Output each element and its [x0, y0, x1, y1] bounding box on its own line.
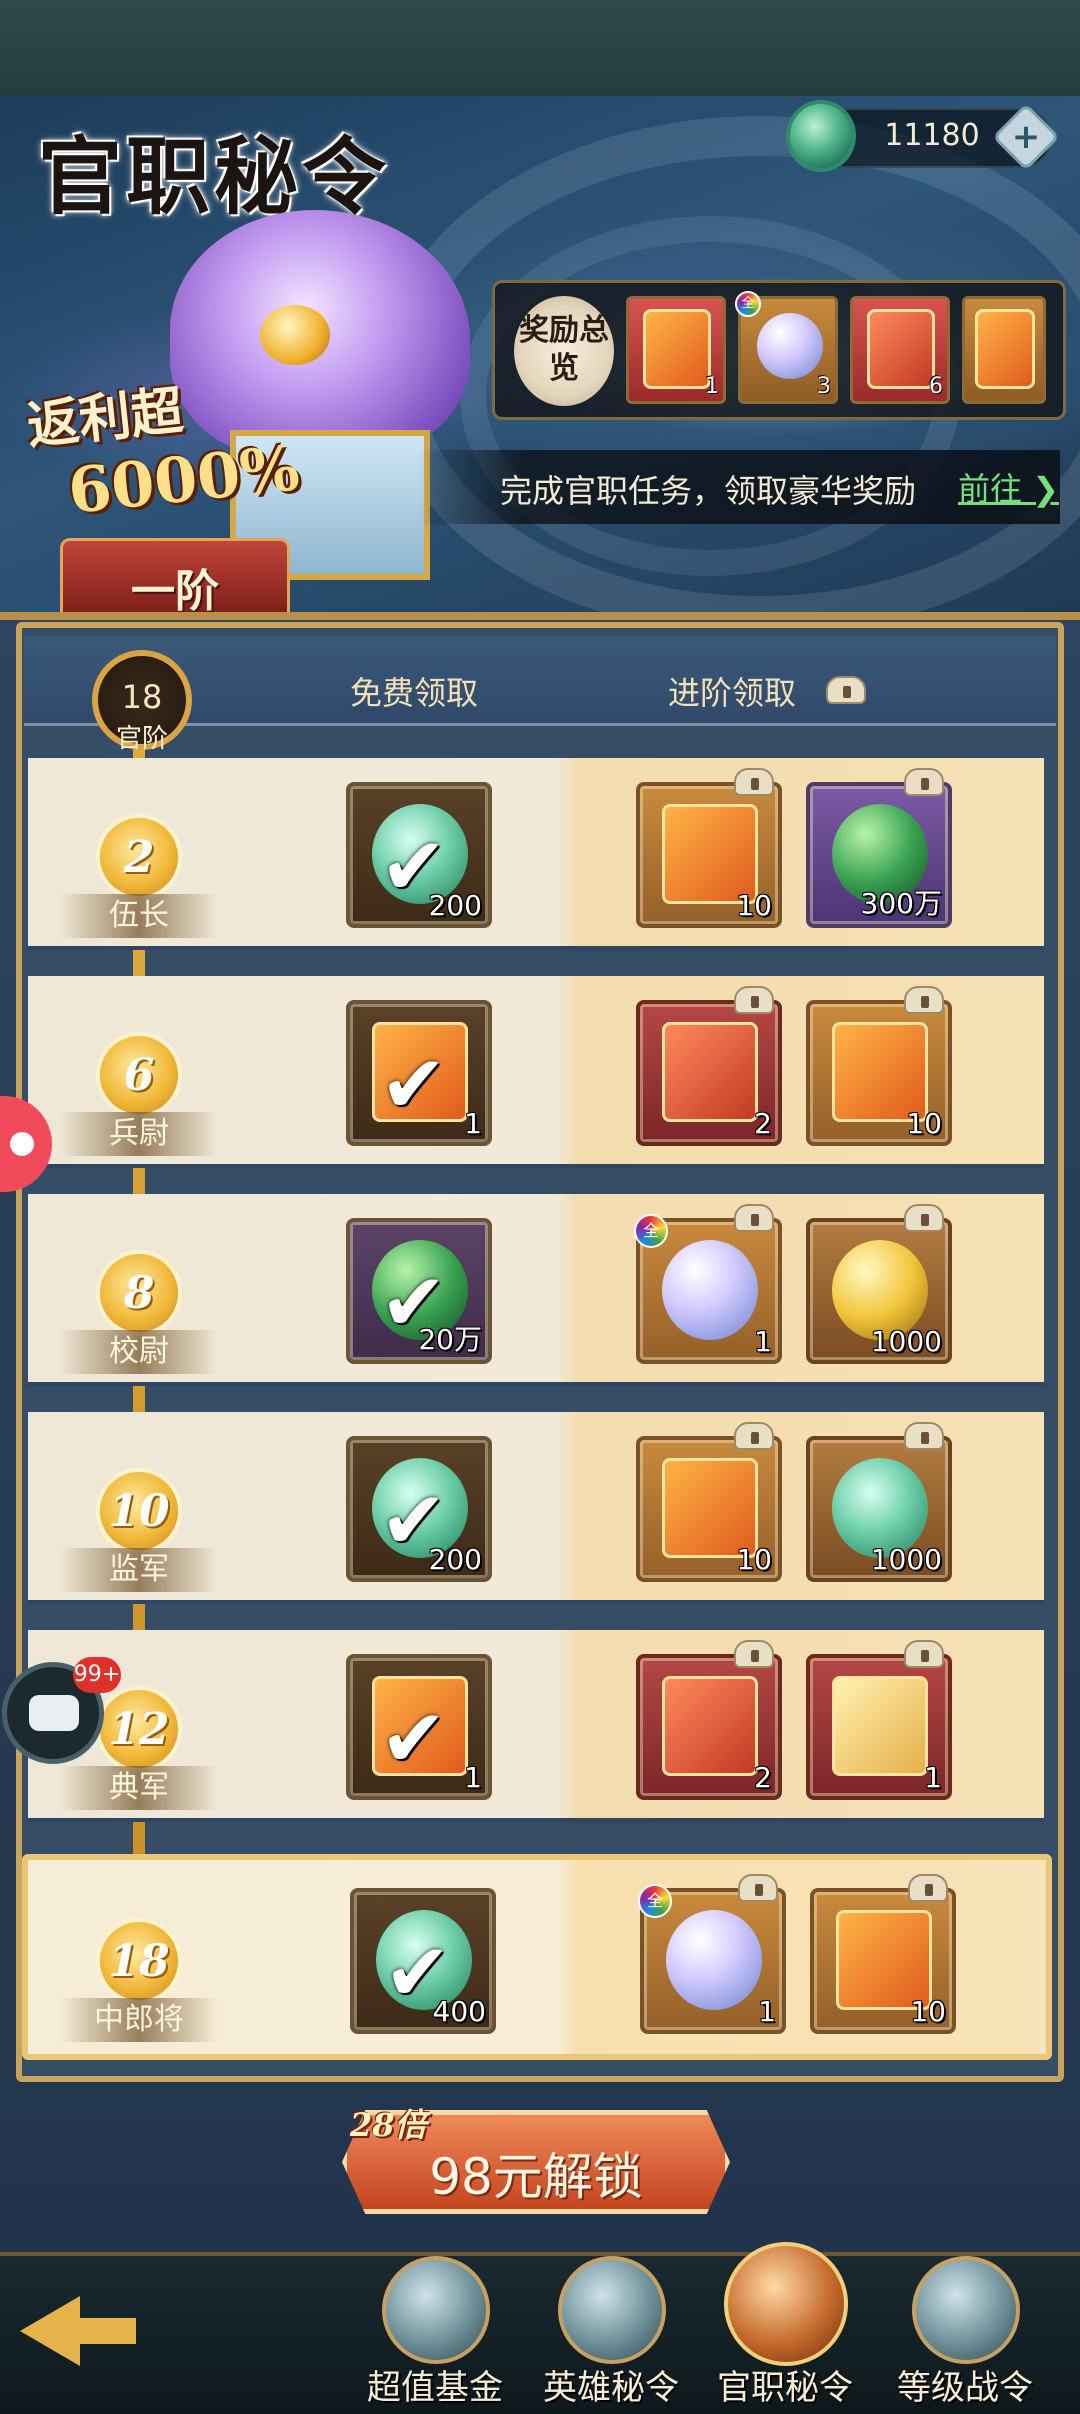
reward-overview-label[interactable]: 奖励总览: [514, 296, 614, 406]
rebate-text: 返利超 6000%: [24, 379, 303, 528]
lock-icon: [904, 1204, 944, 1232]
lock-icon: [734, 986, 774, 1014]
advanced-reward-item[interactable]: 10: [636, 1422, 782, 1582]
unread-badge: 99+: [73, 1657, 121, 1693]
level-circle: 10: [96, 1468, 182, 1554]
advanced-reward-item[interactable]: 2: [636, 986, 782, 1146]
check-icon: ✔: [380, 1692, 448, 1785]
advanced-reward-item[interactable]: 全 1: [638, 1874, 786, 2034]
advanced-reward-item[interactable]: 1: [806, 1640, 952, 1800]
advanced-reward-item[interactable]: 1000: [806, 1204, 952, 1364]
nav-level-pass[interactable]: 等级战令: [880, 2256, 1050, 2408]
lock-icon: [904, 986, 944, 1014]
plus-icon: +: [1011, 117, 1041, 157]
chat-icon: [29, 1695, 79, 1731]
free-reward-item[interactable]: ✔ 400: [350, 1888, 496, 2034]
free-reward-item[interactable]: ✔ 20万: [346, 1218, 492, 1364]
lock-icon: [826, 676, 866, 704]
jade-currency-icon: [786, 100, 856, 172]
lock-icon: [734, 768, 774, 796]
free-reward-item[interactable]: ✔ 1: [346, 1654, 492, 1800]
level-circle: 18: [96, 1918, 182, 2004]
reward-red-card-item[interactable]: 6: [850, 296, 950, 404]
level-name: 校尉: [60, 1330, 218, 1374]
multiplier-badge: 28倍: [350, 2106, 427, 2144]
advanced-reward-item[interactable]: 10: [806, 986, 952, 1146]
reward-orb-item[interactable]: 全 3: [735, 291, 838, 404]
check-icon: ✔: [380, 1038, 448, 1131]
lock-icon: [904, 1640, 944, 1668]
back-arrow-icon[interactable]: [20, 2296, 140, 2366]
level-name: 伍长: [60, 894, 218, 938]
advanced-reward-item[interactable]: 300万: [806, 768, 952, 928]
lock-icon: [908, 1874, 948, 1902]
jade-value: 11180: [884, 118, 980, 153]
level-circle: 2: [96, 814, 182, 900]
status-bar: [0, 0, 1080, 96]
advanced-reward-item[interactable]: 全 1: [634, 1204, 782, 1364]
level-name: 典军: [60, 1766, 218, 1810]
official-pass-icon: [724, 2242, 848, 2366]
hero-pass-icon: [558, 2256, 666, 2364]
free-reward-item[interactable]: ✔ 1: [346, 1000, 492, 1146]
advanced-reward-item[interactable]: 10: [636, 768, 782, 928]
free-reward-item[interactable]: ✔ 200: [346, 1436, 492, 1582]
lock-icon: [904, 1422, 944, 1450]
level-circle: 8: [96, 1250, 182, 1336]
lock-icon: [734, 1640, 774, 1668]
level-circle: 6: [96, 1032, 182, 1118]
lock-icon: [734, 1422, 774, 1450]
task-description: 完成官职任务，领取豪华奖励: [500, 472, 917, 510]
nav-fund[interactable]: 超值基金: [350, 2256, 520, 2408]
reward-card-item[interactable]: 1: [626, 296, 726, 404]
level-name: 监军: [60, 1548, 218, 1592]
level-pass-icon: [912, 2256, 1020, 2364]
level-name: 中郎将: [60, 1998, 218, 2042]
go-link[interactable]: 前往 ❯: [958, 464, 1059, 510]
chat-button[interactable]: 99+: [2, 1657, 121, 1764]
advanced-reward-item[interactable]: 2: [636, 1640, 782, 1800]
level-name: 兵尉: [60, 1112, 218, 1156]
advanced-reward-item[interactable]: 1000: [806, 1422, 952, 1582]
free-column-header: 免费领取: [350, 674, 479, 712]
lock-icon: [904, 768, 944, 796]
advanced-reward-item[interactable]: 10: [810, 1874, 956, 2034]
lock-icon: [738, 1874, 778, 1902]
reward-card-item-partial[interactable]: [962, 296, 1046, 404]
advanced-column-header: 进阶领取: [668, 674, 797, 712]
nav-official-pass[interactable]: 官职秘令: [700, 2242, 870, 2408]
free-reward-item[interactable]: ✔ 200: [346, 782, 492, 928]
level-circle: 12: [96, 1686, 182, 1772]
nav-hero-pass[interactable]: 英雄秘令: [526, 2256, 696, 2408]
tier-tab[interactable]: 一阶: [60, 538, 290, 620]
fund-icon: [382, 2256, 490, 2364]
rank-caption: 官阶: [115, 724, 168, 754]
lock-icon: [734, 1204, 774, 1232]
